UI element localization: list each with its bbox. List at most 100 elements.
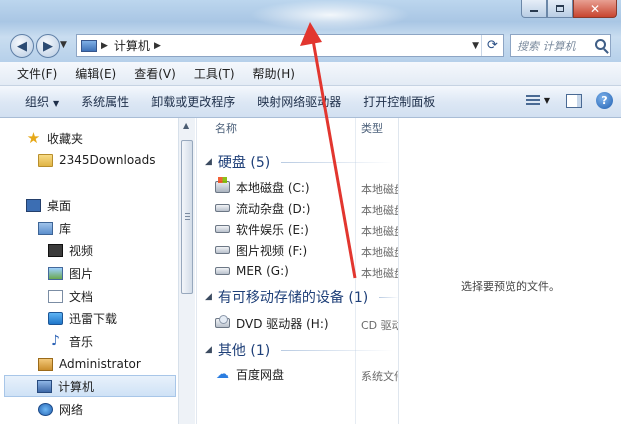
drive-type: 本地磁盘 bbox=[361, 267, 399, 280]
back-button[interactable]: ◀ bbox=[10, 34, 34, 58]
sidebar-item-thunder-downloads[interactable]: 迅雷下载 bbox=[48, 307, 117, 329]
grip-icon bbox=[185, 213, 190, 221]
sidebar-item-desktop[interactable]: 桌面 bbox=[26, 194, 71, 216]
breadcrumb-chevron-icon[interactable]: ▶ bbox=[101, 41, 108, 51]
menu-tools[interactable]: 工具(T) bbox=[185, 65, 244, 82]
collapse-caret-icon[interactable]: ◢ bbox=[205, 345, 212, 355]
system-properties-button[interactable]: 系统属性 bbox=[70, 93, 140, 110]
view-dropdown-icon[interactable]: ▼ bbox=[544, 96, 550, 105]
back-arrow-icon: ◀ bbox=[17, 38, 27, 54]
open-control-panel-button[interactable]: 打开控制面板 bbox=[352, 93, 446, 110]
drive-type: CD 驱动器 bbox=[361, 319, 399, 332]
menu-help[interactable]: 帮助(H) bbox=[244, 65, 304, 82]
sidebar-item-label: 音乐 bbox=[69, 334, 94, 349]
drive-row-h[interactable]: DVD 驱动器 (H:) bbox=[215, 313, 329, 333]
library-icon bbox=[38, 221, 53, 235]
organize-label: 组织 bbox=[25, 95, 50, 109]
picture-icon bbox=[48, 266, 63, 280]
menu-bar: 文件(F) 编辑(E) 查看(V) 工具(T) 帮助(H) bbox=[0, 62, 621, 86]
address-dropdown-icon[interactable]: ▼ bbox=[472, 41, 479, 51]
drive-name: 流动杂盘 (D:) bbox=[236, 201, 311, 216]
view-controls: ▼ ? bbox=[525, 92, 613, 109]
drive-icon bbox=[215, 225, 230, 233]
close-icon: ✕ bbox=[589, 1, 601, 16]
item-row-baidu-netdisk[interactable]: ☁ 百度网盘 bbox=[215, 364, 284, 384]
group-header-other[interactable]: ◢ 其他 (1) bbox=[205, 340, 270, 360]
sidebar-item-documents[interactable]: 文档 bbox=[48, 285, 93, 307]
sidebar-item-music[interactable]: ♪ 音乐 bbox=[48, 330, 93, 352]
address-bar[interactable]: ▶ 计算机 ▶ ▼ ⟳ bbox=[76, 34, 504, 57]
organize-button[interactable]: 组织 ▼ bbox=[14, 93, 70, 110]
drive-icon bbox=[215, 204, 230, 212]
sidebar-item-label: 桌面 bbox=[47, 198, 72, 213]
recent-pages-dropdown[interactable]: ▼ bbox=[60, 40, 67, 50]
drive-row-c[interactable]: 本地磁盘 (C:) bbox=[215, 177, 310, 197]
sidebar-item-computer[interactable]: 计算机 bbox=[4, 375, 176, 397]
drive-row-f[interactable]: 图片视频 (F:) bbox=[215, 240, 307, 260]
sidebar-item-libraries[interactable]: 库 bbox=[38, 217, 71, 239]
thunder-icon bbox=[48, 311, 63, 325]
forward-button[interactable]: ▶ bbox=[36, 34, 60, 58]
drive-type: 本地磁盘 bbox=[361, 183, 399, 196]
sidebar-item-administrator[interactable]: Administrator bbox=[38, 353, 141, 375]
sidebar-item-label: 视频 bbox=[69, 243, 94, 258]
minimize-button[interactable] bbox=[521, 0, 547, 18]
group-title: 有可移动存储的设备 (1) bbox=[217, 290, 369, 306]
drive-row-e[interactable]: 软件娱乐 (E:) bbox=[215, 219, 309, 239]
breadcrumb-computer[interactable]: 计算机 bbox=[114, 37, 150, 54]
sidebar-item-label: 图片 bbox=[69, 266, 94, 281]
drive-row-d[interactable]: 流动杂盘 (D:) bbox=[215, 198, 310, 218]
breadcrumb-chevron-icon[interactable]: ▶ bbox=[154, 41, 161, 51]
group-divider bbox=[281, 350, 393, 351]
sidebar-item-videos[interactable]: 视频 bbox=[48, 239, 93, 261]
refresh-icon: ⟳ bbox=[487, 38, 498, 53]
collapse-caret-icon[interactable]: ◢ bbox=[205, 157, 212, 167]
sidebar-item-label: 收藏夹 bbox=[47, 131, 84, 146]
uninstall-program-button[interactable]: 卸载或更改程序 bbox=[140, 93, 246, 110]
file-list-pane: 名称 类型 ◢ 硬盘 (5) 本地磁盘 (C:) 本地磁盘 流动杂盘 (D:) … bbox=[196, 118, 399, 424]
search-input[interactable]: 搜索 计算机 bbox=[510, 34, 611, 57]
column-header-name[interactable]: 名称 bbox=[215, 120, 237, 136]
network-icon bbox=[38, 402, 53, 416]
drive-name: MER (G:) bbox=[236, 264, 289, 278]
collapse-caret-icon[interactable]: ◢ bbox=[205, 292, 212, 302]
help-icon[interactable]: ? bbox=[596, 92, 613, 109]
preview-pane: 选择要预览的文件。 bbox=[398, 118, 621, 424]
refresh-button[interactable]: ⟳ bbox=[481, 35, 503, 56]
document-icon bbox=[48, 289, 63, 303]
view-options-icon[interactable] bbox=[525, 94, 540, 107]
music-icon: ♪ bbox=[51, 332, 60, 349]
drive-row-g[interactable]: MER (G:) bbox=[215, 261, 289, 281]
drive-name: 图片视频 (F:) bbox=[236, 243, 308, 258]
column-header-type[interactable]: 类型 bbox=[361, 120, 383, 136]
sidebar-item-label: 2345Downloads bbox=[59, 153, 156, 167]
sidebar-item-pictures[interactable]: 图片 bbox=[48, 262, 93, 284]
menu-view[interactable]: 查看(V) bbox=[125, 65, 185, 82]
scroll-up-icon[interactable]: ▲ bbox=[183, 121, 189, 130]
scrollbar-thumb[interactable] bbox=[181, 140, 193, 294]
video-icon bbox=[48, 243, 63, 257]
preview-message: 选择要预览的文件。 bbox=[461, 280, 560, 293]
map-network-drive-button[interactable]: 映射网络驱动器 bbox=[246, 93, 352, 110]
navigation-scrollbar[interactable]: ▲ bbox=[178, 118, 195, 424]
item-name: 百度网盘 bbox=[236, 367, 285, 382]
sidebar-item-label: 迅雷下载 bbox=[69, 311, 118, 326]
close-button[interactable]: ✕ bbox=[573, 0, 617, 18]
sidebar-item-favorites[interactable]: ★ 收藏夹 bbox=[26, 127, 83, 149]
dvd-drive-icon bbox=[215, 315, 230, 328]
folder-icon bbox=[38, 153, 53, 167]
drive-icon bbox=[215, 267, 230, 275]
menu-file[interactable]: 文件(F) bbox=[8, 65, 66, 82]
desktop-icon bbox=[26, 198, 41, 212]
preview-pane-icon[interactable] bbox=[566, 93, 582, 108]
menu-edit[interactable]: 编辑(E) bbox=[66, 65, 125, 82]
maximize-icon bbox=[556, 5, 564, 12]
drive-type: 本地磁盘 bbox=[361, 204, 399, 217]
sidebar-item-network[interactable]: 网络 bbox=[38, 398, 83, 420]
maximize-button[interactable] bbox=[547, 0, 573, 18]
navigation-pane: ★ 收藏夹 2345Downloads 桌面 库 视频 图片 文档 迅雷下载 ♪… bbox=[0, 118, 178, 424]
sidebar-item-2345downloads[interactable]: 2345Downloads bbox=[38, 149, 155, 171]
group-header-removable[interactable]: ◢ 有可移动存储的设备 (1) bbox=[205, 287, 368, 307]
group-header-hard-disks[interactable]: ◢ 硬盘 (5) bbox=[205, 152, 270, 172]
search-icon[interactable] bbox=[595, 39, 606, 50]
